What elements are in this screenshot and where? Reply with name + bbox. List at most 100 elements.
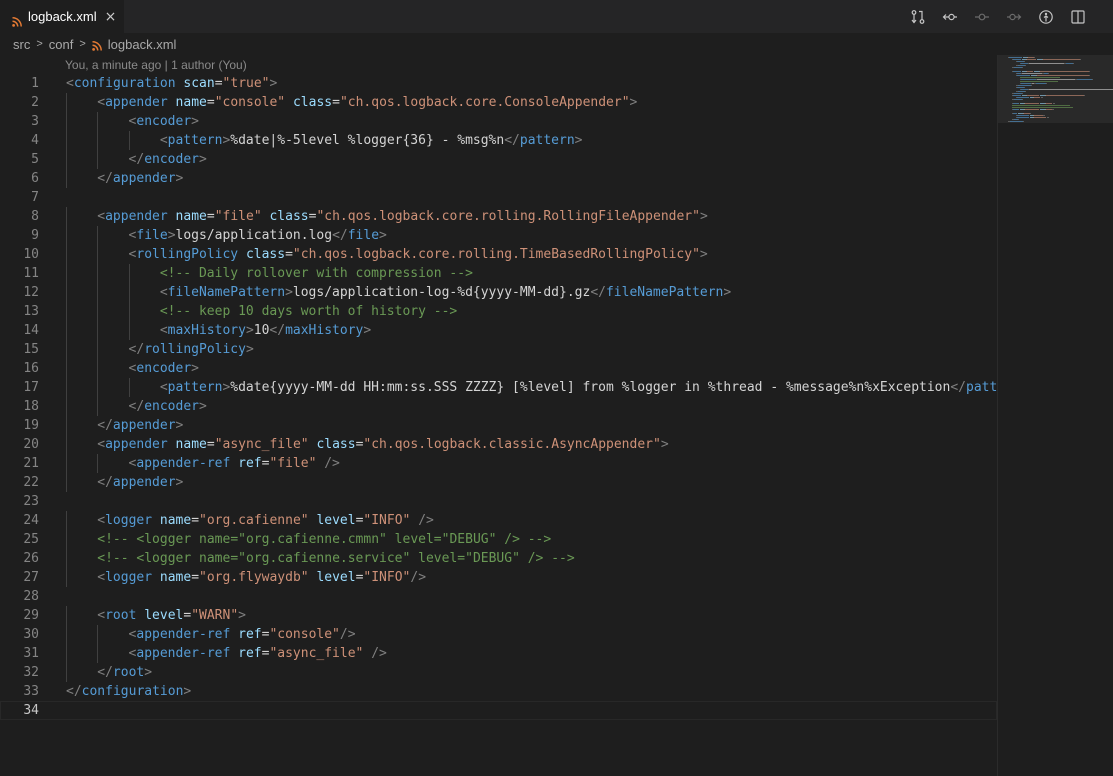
indent-guide: [97, 112, 99, 131]
indent-guide: [66, 378, 67, 397]
minimap-token: [1073, 63, 1074, 64]
code-token: >: [175, 475, 184, 490]
code-line[interactable]: 14 <maxHistory>10</maxHistory>: [0, 321, 997, 340]
minimap-token: [1024, 87, 1025, 88]
code-line[interactable]: 6 </appender>: [0, 169, 997, 188]
breadcrumb-item-file[interactable]: logback.xml: [108, 37, 177, 52]
code-line[interactable]: 34: [0, 701, 997, 720]
toggle-blame-icon[interactable]: [1035, 6, 1057, 28]
line-number: 9: [31, 228, 39, 243]
tab-label: logback.xml: [28, 9, 97, 24]
editor-actions: [907, 0, 1089, 33]
code-token: encoder: [136, 361, 192, 376]
open-changes-icon[interactable]: [907, 6, 929, 28]
indent-guide: [66, 264, 67, 283]
code-token: "org.flywaydb": [199, 570, 309, 585]
minimap-token: [1084, 95, 1085, 96]
code-token: <!-- Daily rollover with compression -->: [159, 266, 473, 281]
minimap-token: [1025, 109, 1039, 110]
code-token: =: [191, 570, 200, 585]
code-line[interactable]: 18 </encoder>: [0, 397, 997, 416]
code-line[interactable]: 8 <appender name="file" class="ch.qos.log…: [0, 207, 997, 226]
minimap-token: [1034, 117, 1046, 118]
indent-guide: [97, 264, 99, 283]
code-line[interactable]: 23: [0, 492, 997, 511]
minimap-token: [1036, 83, 1046, 84]
code-line[interactable]: 30 <appender-ref ref="console"/>: [0, 625, 997, 644]
code-line[interactable]: 20 <appender name="async_file" class="ch.…: [0, 435, 997, 454]
minimap-token: [1013, 103, 1019, 104]
code-line[interactable]: 10 <rollingPolicy class="ch.qos.logback.c…: [0, 245, 997, 264]
code-line[interactable]: 1 <configuration scan="true">: [0, 74, 997, 93]
code-line[interactable]: 4 <pattern>%date|%-5level %logger{36} - %…: [0, 131, 997, 150]
code-line[interactable]: 22 </appender>: [0, 473, 997, 492]
indent-guide: [97, 283, 99, 302]
code-token: class: [245, 247, 286, 262]
code-token: >: [191, 114, 199, 129]
minimap-token: [1010, 121, 1023, 122]
code-token: level: [316, 513, 356, 528]
code-line[interactable]: 27 <logger name="org.flywaydb" level="INF…: [0, 568, 997, 587]
code-line[interactable]: 21 <appender-ref ref="file" />: [0, 454, 997, 473]
minimap-token: [1027, 71, 1033, 72]
code-line[interactable]: 24 <logger name="org.cafienne" level="INF…: [0, 511, 997, 530]
code-line[interactable]: 16 <encoder>: [0, 359, 997, 378]
code-line[interactable]: 19 </appender>: [0, 416, 997, 435]
rss-icon: [12, 12, 22, 27]
code-line[interactable]: 32 </root>: [0, 663, 997, 682]
code-line[interactable]: 5 </encoder>: [0, 150, 997, 169]
minimap-token: [1012, 107, 1073, 108]
indent-guide: [66, 454, 67, 473]
line-number: 14: [23, 323, 39, 338]
code-token: appender: [105, 95, 168, 110]
code-line[interactable]: 26 <!-- <logger name="org.cafienne.servic…: [0, 549, 997, 568]
minimap[interactable]: [997, 55, 1113, 776]
code-line[interactable]: 11 <!-- Daily rollover with compression -…: [0, 264, 997, 283]
code-line[interactable]: 7: [0, 188, 997, 207]
code-text: <appender-ref ref="async_file" />: [129, 644, 387, 663]
minimap-token: [1029, 63, 1064, 64]
code-line[interactable]: 12 <fileNamePattern>logs/application-log-…: [0, 283, 997, 302]
close-icon[interactable]: ×: [105, 9, 117, 25]
code-token: fileNamePattern: [167, 285, 286, 300]
code-token: <: [159, 285, 168, 300]
minimap-token: [1022, 93, 1023, 94]
code-line[interactable]: 25 <!-- <logger name="org.cafienne.cmmn" …: [0, 530, 997, 549]
code-line[interactable]: 15 </rollingPolicy>: [0, 340, 997, 359]
line-number: 26: [23, 551, 39, 566]
indent-guide: [66, 340, 67, 359]
code-line[interactable]: 29 <root level="WARN">: [0, 606, 997, 625]
code-line[interactable]: 28: [0, 587, 997, 606]
next-change-icon: [1003, 6, 1025, 28]
breadcrumb-item-src[interactable]: src: [13, 37, 30, 52]
minimap-token: [1018, 91, 1025, 92]
minimap-token: [1047, 117, 1049, 118]
code-token: encoder: [144, 152, 199, 167]
code-token: name: [175, 95, 207, 110]
code-line[interactable]: 3 <encoder>: [0, 112, 997, 131]
line-number: 34: [23, 703, 39, 718]
code-token: encoder: [136, 114, 192, 129]
code-text: </appender>: [97, 169, 183, 188]
tab-logback-xml[interactable]: logback.xml ×: [0, 0, 124, 33]
code-token: configuration: [81, 684, 184, 699]
code-line[interactable]: 31 <appender-ref ref="async_file" />: [0, 644, 997, 663]
indent-guide: [66, 549, 67, 568]
minimap-token: [1053, 103, 1055, 104]
breadcrumb-item-conf[interactable]: conf: [49, 37, 74, 52]
code-token: >: [629, 95, 638, 110]
code-line[interactable]: 13 <!-- keep 10 days worth of history -->: [0, 302, 997, 321]
code-editor[interactable]: 1 <configuration scan="true"> 2 <appender n…: [0, 74, 997, 776]
blame-codelens[interactable]: You, a minute ago | 1 author (You): [65, 58, 247, 75]
code-token: </: [590, 285, 606, 300]
code-token: "console": [214, 95, 286, 110]
code-line[interactable]: 9 <file>logs/application.log</file>: [0, 226, 997, 245]
code-line[interactable]: 17 <pattern>%date{yyyy-MM-dd HH:mm:ss.SSS…: [0, 378, 997, 397]
minimap-token: [1020, 77, 1060, 78]
split-editor-icon[interactable]: [1067, 6, 1089, 28]
code-line[interactable]: 33 </configuration>: [0, 682, 997, 701]
previous-change-icon[interactable]: [939, 6, 961, 28]
code-text: </appender>: [97, 473, 183, 492]
code-line[interactable]: 2 <appender name="console" class="ch.qos.…: [0, 93, 997, 112]
